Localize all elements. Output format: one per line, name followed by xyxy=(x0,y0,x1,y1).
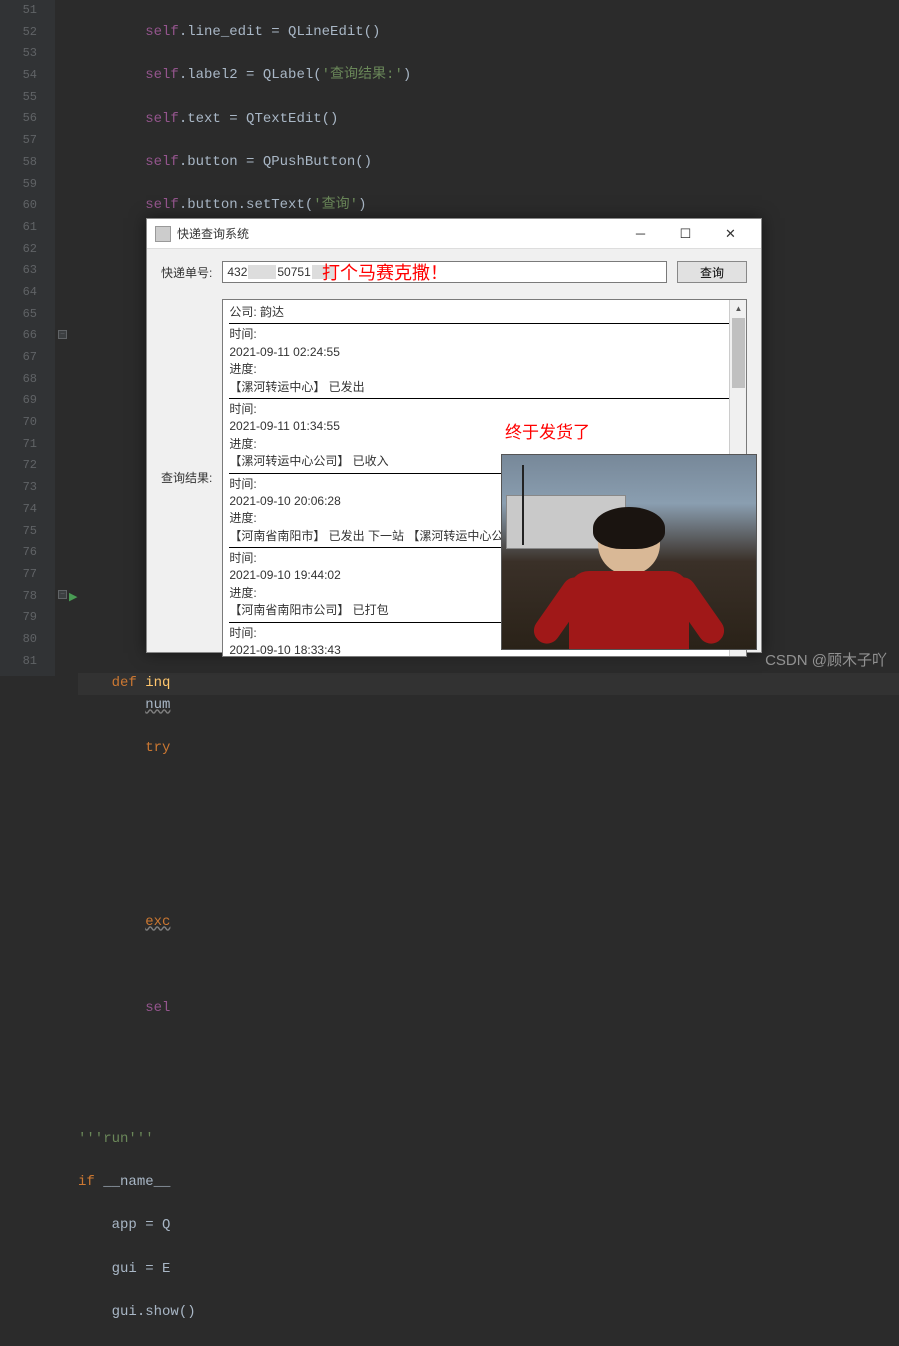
query-button[interactable]: 查询 xyxy=(677,261,747,283)
scroll-up-icon[interactable]: ▲ xyxy=(730,300,747,317)
run-gutter-icon[interactable]: ▶ xyxy=(69,590,77,604)
minimize-button[interactable]: ─ xyxy=(618,220,663,248)
line-number-gutter: 515253 545556 575859 606162 636465 66676… xyxy=(0,0,55,676)
results-label: 查询结果: xyxy=(161,469,212,486)
watermark: CSDN @顾木子吖 xyxy=(765,649,887,670)
fold-column: − − ▶ xyxy=(55,0,75,676)
mosaic-annotation: 打个马赛克撒！ xyxy=(322,259,448,285)
company-line: 公司: 韵达 xyxy=(229,304,740,321)
fold-toggle-icon[interactable]: − xyxy=(58,330,67,339)
maximize-button[interactable]: ☐ xyxy=(663,220,708,248)
app-icon xyxy=(155,226,171,242)
window-title: 快递查询系统 xyxy=(177,225,249,242)
close-button[interactable]: ✕ xyxy=(708,220,753,248)
code-editor[interactable]: self.line_edit = QLineEdit() self.label2… xyxy=(78,0,899,1346)
window-titlebar[interactable]: 快递查询系统 ─ ☐ ✕ xyxy=(147,219,761,249)
fold-toggle-icon[interactable]: − xyxy=(58,590,67,599)
shipped-annotation: 终于发货了 xyxy=(505,418,590,443)
tracking-number-label: 快递单号: xyxy=(161,264,212,281)
mosaic-block xyxy=(248,265,276,279)
reaction-gif xyxy=(501,454,757,650)
scrollbar-thumb[interactable] xyxy=(732,318,745,388)
